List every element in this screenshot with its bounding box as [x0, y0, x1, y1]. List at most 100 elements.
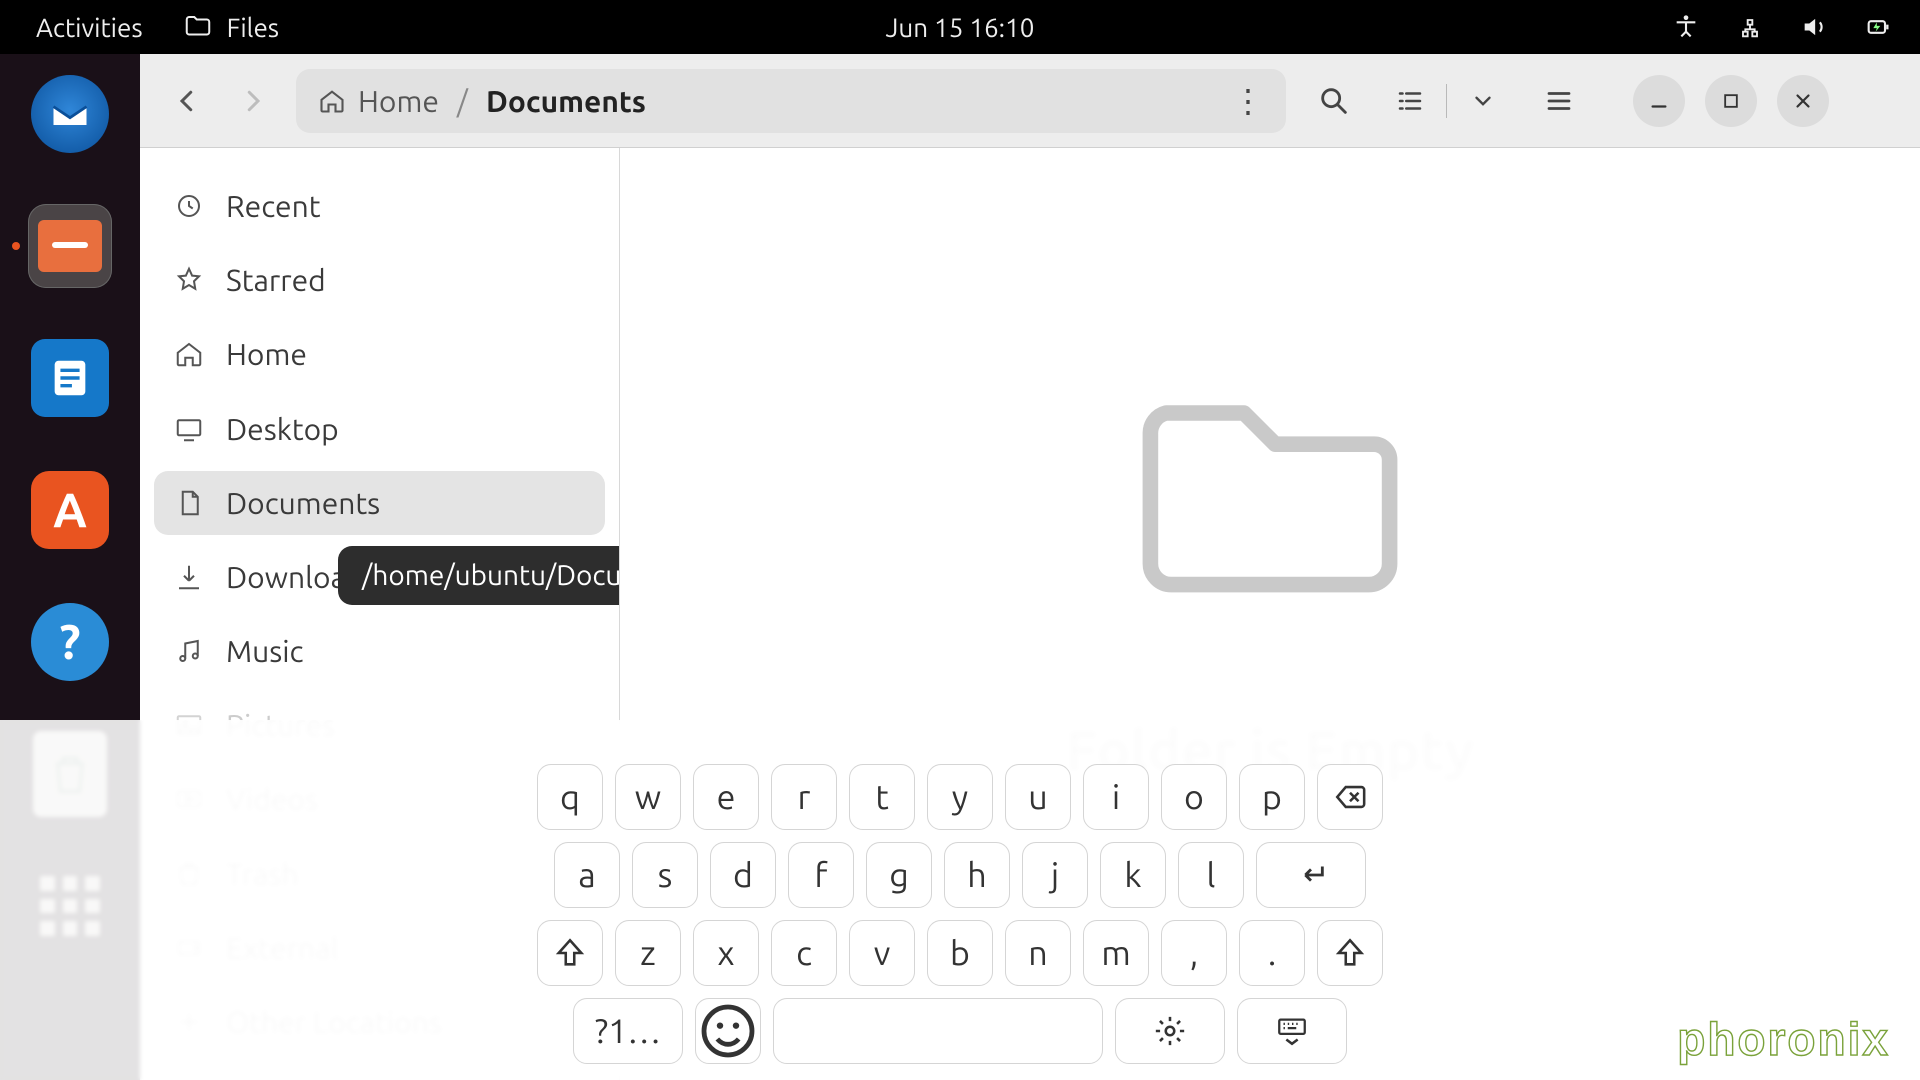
sidebar-item-label: Documents [226, 486, 380, 520]
sidebar-item-label: Recent [226, 189, 321, 223]
key-j[interactable]: j [1022, 842, 1088, 908]
key-r[interactable]: r [771, 764, 837, 830]
shift-key[interactable] [1317, 920, 1383, 986]
breadcrumb-home[interactable]: Home [318, 84, 439, 118]
key-n[interactable]: n [1005, 920, 1071, 986]
key-w[interactable]: w [615, 764, 681, 830]
wide gear-key[interactable] [1115, 998, 1225, 1064]
onscreen-keyboard: qwertyuiop asdfghjkl zxcvbnm,. ?1… [0, 720, 1920, 1080]
key-d[interactable]: d [710, 842, 776, 908]
shift-icon [1333, 936, 1367, 970]
key-s[interactable]: s [632, 842, 698, 908]
nav-back-button[interactable] [164, 78, 210, 124]
key-m[interactable]: m [1083, 920, 1149, 986]
key-y[interactable]: y [927, 764, 993, 830]
files-icon [38, 220, 102, 272]
key-p[interactable]: p [1239, 764, 1305, 830]
sidebar-item-label: Desktop [226, 412, 339, 446]
software-icon: A [31, 471, 109, 549]
pathbar[interactable]: Home / Documents ⋮ [296, 69, 1286, 133]
sidebar-item-documents[interactable]: Documents [154, 471, 605, 535]
home-icon [318, 87, 346, 115]
accessibility-icon[interactable] [1672, 13, 1700, 41]
key-o[interactable]: o [1161, 764, 1227, 830]
sidebar-item-label: Starred [226, 263, 326, 297]
sidebar-item-label: Home [226, 337, 307, 371]
dock-help[interactable]: ? [28, 600, 112, 684]
documents-icon [174, 488, 204, 518]
music-icon [174, 636, 204, 666]
key-x[interactable]: x [693, 920, 759, 986]
sidebar-item-music[interactable]: Music [154, 619, 605, 683]
folder-icon [183, 12, 213, 42]
pathbar-menu-button[interactable]: ⋮ [1232, 82, 1264, 120]
starred-icon [174, 265, 204, 295]
window-minimize-button[interactable] [1633, 75, 1685, 127]
clock[interactable]: Jun 15 16:10 [886, 13, 1035, 42]
system-tray[interactable] [1672, 13, 1892, 41]
wide enter-key[interactable] [1256, 842, 1366, 908]
window-close-button[interactable] [1777, 75, 1829, 127]
key-.[interactable]: . [1239, 920, 1305, 986]
key-,[interactable]: , [1161, 920, 1227, 986]
-key[interactable] [695, 998, 761, 1064]
key-g[interactable]: g [866, 842, 932, 908]
maximize-icon [1721, 91, 1741, 111]
current-app-indicator[interactable]: Files [165, 12, 297, 42]
backspace-icon [1333, 780, 1367, 814]
battery-icon[interactable] [1864, 13, 1892, 41]
close-icon [1792, 90, 1814, 112]
key-?1…[interactable]: ?1… [573, 998, 683, 1064]
key-h[interactable]: h [944, 842, 1010, 908]
sidebar-item-desktop[interactable]: Desktop [154, 397, 605, 461]
key-e[interactable]: e [693, 764, 759, 830]
downloads-icon [174, 562, 204, 592]
key-z[interactable]: z [615, 920, 681, 986]
wide hide-key[interactable] [1237, 998, 1347, 1064]
search-icon [1317, 84, 1351, 118]
gnome-top-panel: Activities Files Jun 15 16:10 [0, 0, 1920, 54]
key-a[interactable]: a [554, 842, 620, 908]
sidebar-item-label: Music [226, 634, 303, 668]
view-options-button[interactable] [1455, 73, 1511, 129]
activities-button[interactable]: Activities [0, 13, 165, 42]
volume-icon[interactable] [1800, 13, 1828, 41]
view-switcher[interactable] [1382, 73, 1511, 129]
sidebar-item-starred[interactable]: Starred [154, 248, 605, 312]
network-icon[interactable] [1736, 13, 1764, 41]
sidebar-item-home[interactable]: Home [154, 322, 605, 386]
writer-icon [31, 339, 109, 417]
enter-icon [1294, 858, 1328, 892]
key-k[interactable]: k [1100, 842, 1166, 908]
gear-icon [1153, 1014, 1187, 1048]
key-[interactable] [773, 998, 1103, 1064]
key-q[interactable]: q [537, 764, 603, 830]
sidebar-tooltip: /home/ubuntu/Documents [338, 546, 620, 605]
dock-libreoffice-writer[interactable] [28, 336, 112, 420]
breadcrumb-separator: / [457, 84, 468, 118]
key-f[interactable]: f [788, 842, 854, 908]
breadcrumb-current[interactable]: Documents [486, 84, 646, 118]
window-maximize-button[interactable] [1705, 75, 1757, 127]
dock-ubuntu-software[interactable]: A [28, 468, 112, 552]
chevron-down-icon [1470, 88, 1496, 114]
key-c[interactable]: c [771, 920, 837, 986]
hamburger-menu-button[interactable] [1531, 73, 1587, 129]
list-view-button[interactable] [1382, 73, 1438, 129]
nav-forward-button[interactable] [230, 78, 276, 124]
bksp-key[interactable] [1317, 764, 1383, 830]
thunderbird-icon [31, 75, 109, 153]
key-b[interactable]: b [927, 920, 993, 986]
key-u[interactable]: u [1005, 764, 1071, 830]
watermark: phoronix [1677, 1012, 1890, 1066]
sidebar-item-recent[interactable]: Recent [154, 174, 605, 238]
dock-files[interactable] [28, 204, 112, 288]
key-t[interactable]: t [849, 764, 915, 830]
headerbar: Home / Documents ⋮ [140, 54, 1920, 148]
key-i[interactable]: i [1083, 764, 1149, 830]
shift-key[interactable] [537, 920, 603, 986]
dock-thunderbird[interactable] [28, 72, 112, 156]
key-v[interactable]: v [849, 920, 915, 986]
search-button[interactable] [1306, 73, 1362, 129]
key-l[interactable]: l [1178, 842, 1244, 908]
